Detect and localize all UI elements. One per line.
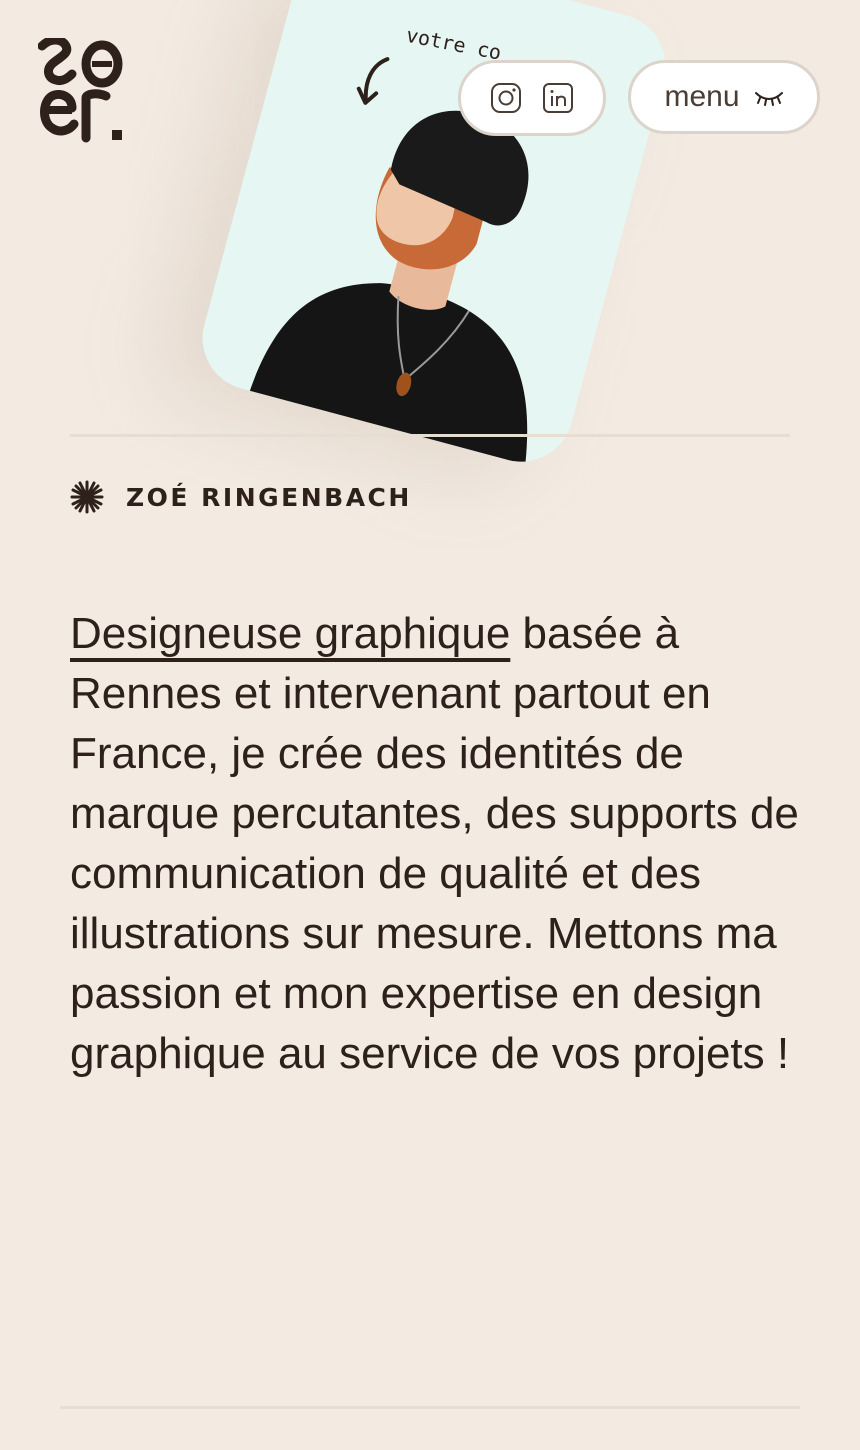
profile-photo-card: votre co <box>190 0 678 474</box>
linkedin-icon[interactable] <box>542 82 574 114</box>
name-row: ZOÉ RINGENBACH <box>70 480 412 514</box>
intro-highlight: Designeuse graphique <box>70 609 511 658</box>
divider-top <box>70 434 790 437</box>
closed-eye-icon <box>754 92 783 106</box>
star-burst-icon <box>70 480 104 514</box>
intro-paragraph: Designeuse graphique basée à Rennes et i… <box>70 604 810 1084</box>
logo-icon <box>37 35 123 143</box>
menu-button[interactable]: menu <box>628 60 820 134</box>
instagram-icon[interactable] <box>490 82 522 114</box>
divider-bottom <box>60 1406 800 1409</box>
menu-label: menu <box>664 80 740 113</box>
intro-body: basée à Rennes et intervenant partout en… <box>70 609 799 1078</box>
social-links <box>458 60 606 136</box>
logo[interactable] <box>37 35 128 146</box>
person-name: ZOÉ RINGENBACH <box>126 482 412 512</box>
